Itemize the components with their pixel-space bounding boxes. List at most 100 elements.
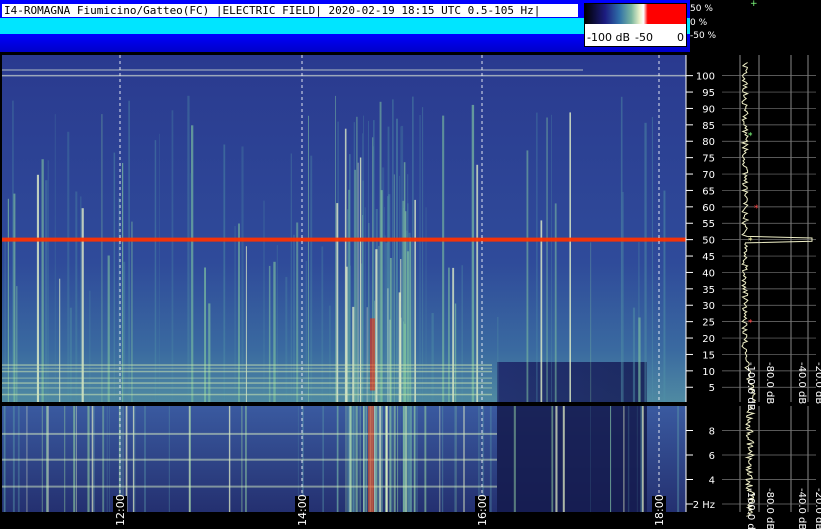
zoom-streak xyxy=(551,406,554,512)
main-y-tick-label: 65 xyxy=(702,186,715,197)
spectrogram-band xyxy=(2,364,492,366)
main-y-tick-label: 40 xyxy=(702,268,715,279)
spectrogram-streak xyxy=(368,120,369,403)
spectrum-top-marker: + xyxy=(750,0,758,9)
spectrogram-streak xyxy=(107,255,110,402)
spectrogram-streak xyxy=(412,96,414,402)
spectrum-db-label: -20.0 dB xyxy=(813,362,821,404)
spectrogram-streak xyxy=(422,107,424,402)
quiet-region xyxy=(497,362,647,402)
main-y-tick-label: 20 xyxy=(702,334,715,345)
zoom-streak xyxy=(636,406,638,512)
main-y-tick-label: 45 xyxy=(702,252,715,263)
zoom-y-tick-label: 6 xyxy=(709,451,715,462)
main-y-tick-label: 25 xyxy=(702,318,715,329)
time-label: 12:00 xyxy=(114,494,127,526)
main-y-tick-label: 60 xyxy=(702,203,715,214)
spectrogram-streak xyxy=(620,96,623,403)
spectrogram-streak xyxy=(497,316,499,402)
burst-artefact xyxy=(370,318,375,391)
main-y-tick-label: 55 xyxy=(702,219,715,230)
spectrogram-band xyxy=(2,387,492,389)
spectrogram-streak xyxy=(344,128,347,402)
spectrogram-streak xyxy=(448,267,450,402)
zoom-streak xyxy=(677,406,678,512)
zoom-streak xyxy=(555,406,558,512)
spectrogram-streak xyxy=(403,319,405,402)
spectrogram-streak xyxy=(293,234,295,402)
spectrogram-streak xyxy=(335,95,336,403)
spectrogram-streak xyxy=(204,267,206,402)
main-y-tick-label: 75 xyxy=(702,154,715,165)
spectrogram-streak xyxy=(128,100,130,402)
zoom-y-tick-label: 8 xyxy=(709,427,715,438)
zoom-band xyxy=(2,458,497,461)
spectrogram-streak xyxy=(273,261,276,402)
spectrogram-band xyxy=(2,370,492,373)
time-label: 16:00 xyxy=(476,494,489,526)
spectrogram-streak xyxy=(234,226,236,402)
spectrogram-streak xyxy=(425,207,427,402)
zoom-band xyxy=(2,485,497,488)
zoom-streak xyxy=(610,406,612,512)
spectrogram-band xyxy=(2,367,492,370)
zoom-streak xyxy=(562,406,565,512)
main-y-tick-label: 70 xyxy=(702,170,715,181)
spectrum-peak-marker: * xyxy=(748,237,753,247)
spectrogram-streak xyxy=(638,317,641,402)
spectrogram-streak xyxy=(419,115,421,402)
spectrum-peak-marker: * xyxy=(748,132,753,142)
spectrogram-streak xyxy=(67,131,70,403)
spectrum-db-label: -100.0 dB xyxy=(745,488,756,529)
spectrogram-streak xyxy=(101,114,103,402)
zoom-streak xyxy=(627,406,630,512)
spectrogram-streak xyxy=(187,95,190,403)
spectrum-peak-marker: * xyxy=(754,204,759,214)
spectrogram-streak xyxy=(409,237,412,402)
spectrogram-band xyxy=(2,377,492,379)
spectrum-db-label: -100.0 dB xyxy=(745,362,756,411)
mains-line-50hz xyxy=(2,237,686,242)
spectrum-db-label: -40.0 dB xyxy=(796,488,807,529)
spectrum-db-label: -20.0 dB xyxy=(813,488,821,529)
spectrogram-streak xyxy=(392,257,394,402)
spectrogram-streak xyxy=(308,115,309,403)
zoom-streak xyxy=(513,406,516,512)
spectrogram-streak xyxy=(223,144,226,402)
spectrogram-streak xyxy=(12,100,14,402)
spectrogram-streak xyxy=(241,146,244,402)
spectrogram-streak xyxy=(75,191,78,402)
time-label: 18:00 xyxy=(653,494,666,526)
spectrogram-streak xyxy=(540,220,543,402)
zoom-streak xyxy=(640,406,643,512)
main-y-tick-label: 95 xyxy=(702,88,715,99)
spectrum-panel-main xyxy=(738,55,816,402)
zoom-band xyxy=(2,432,497,435)
spectrogram-band xyxy=(2,393,492,396)
main-y-tick-label: 85 xyxy=(702,121,715,132)
spectrogram-streak xyxy=(305,261,307,402)
zoom-burst xyxy=(368,406,374,512)
main-y-tick-label: 10 xyxy=(702,367,715,378)
time-label: 14:00 xyxy=(296,494,309,526)
spectrum-peak-marker: * xyxy=(748,319,753,329)
main-y-tick-label: 100 xyxy=(696,72,715,83)
zoom-streak xyxy=(590,406,591,512)
zoom-streak xyxy=(677,406,680,512)
main-y-tick-label: 35 xyxy=(702,285,715,296)
spectrogram-streak xyxy=(663,190,666,402)
spectrogram-streak xyxy=(268,265,271,402)
spectrogram-streak xyxy=(476,164,479,402)
spectrogram-band xyxy=(2,382,492,384)
spectrogram-streak xyxy=(16,286,18,402)
spectrogram-streak xyxy=(406,251,410,402)
spectrogram-streak xyxy=(387,126,390,402)
spectrogram-streak xyxy=(357,162,359,402)
main-y-tick-label: 30 xyxy=(702,301,715,312)
spectrogram-streak xyxy=(89,290,91,402)
spectrogram-streak xyxy=(159,133,160,403)
main-y-tick-label: 90 xyxy=(702,104,715,115)
spectrum-db-label: -40.0 dB xyxy=(796,362,807,404)
spectrogram-streak xyxy=(81,208,84,402)
spectrogram-streak xyxy=(569,112,571,403)
